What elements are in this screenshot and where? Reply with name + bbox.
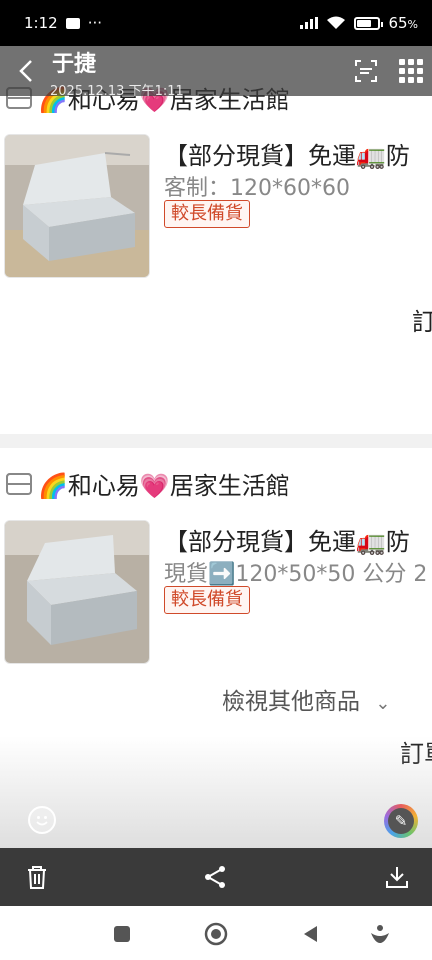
product-spec: 現貨➡️120*50*50 公分 2 xyxy=(164,562,428,587)
home-button[interactable] xyxy=(204,922,228,946)
system-navigation-bar xyxy=(0,906,432,960)
product-title[interactable]: 【部分現貨】免運🚛防 xyxy=(164,136,410,171)
trash-icon xyxy=(28,866,46,889)
shop-row[interactable]: 🌈和心易💗居家生活館 xyxy=(6,466,290,501)
status-badge: 較長備貨 xyxy=(164,586,250,614)
product-image[interactable] xyxy=(4,520,150,664)
share-button[interactable] xyxy=(200,862,230,892)
square-icon xyxy=(114,926,130,942)
battery-level: 65% xyxy=(388,14,418,32)
notification-icon xyxy=(65,17,80,29)
status-right: 65% xyxy=(300,14,418,32)
edit-button[interactable]: ✎ xyxy=(384,804,418,838)
status-bar: 1:12 ··· 65% xyxy=(0,0,432,46)
download-button[interactable] xyxy=(382,862,412,892)
bottom-toolbar xyxy=(0,848,432,906)
status-time: 1:12 xyxy=(24,14,58,32)
aluminum-box-image xyxy=(5,135,149,277)
product-title[interactable]: 【部分現貨】免運🚛防 xyxy=(164,522,410,557)
assistant-button[interactable] xyxy=(368,922,392,946)
back-button[interactable] xyxy=(12,56,40,86)
shop-name: 🌈和心易💗居家生活館 xyxy=(38,472,290,500)
signal-icon xyxy=(300,17,319,29)
wifi-icon xyxy=(327,16,346,29)
order-separator xyxy=(0,434,432,448)
battery-icon xyxy=(354,16,384,30)
emoji-button[interactable] xyxy=(28,806,56,834)
scan-icon xyxy=(355,60,377,82)
order-label-cut: 訂 xyxy=(412,308,432,336)
view-other-products-label: 檢視其他商品 xyxy=(222,689,360,715)
aluminum-box-image xyxy=(5,521,149,663)
triangle-back-icon xyxy=(304,926,317,942)
chevron-down-icon: ⌄ xyxy=(375,693,391,714)
screenshot-content: 🌈和心易💗居家生活館 【部分現貨】免運🚛防 客制：120*60*60 較長備貨 … xyxy=(0,46,432,906)
nav-back-button[interactable] xyxy=(298,922,322,946)
delete-button[interactable] xyxy=(22,862,52,892)
circle-icon xyxy=(204,922,228,946)
status-dots: ··· xyxy=(87,14,102,32)
download-icon xyxy=(386,867,408,888)
product-image[interactable] xyxy=(4,134,150,278)
viewer-date: 2025.12.13 下午1:11 xyxy=(50,84,184,99)
chevron-left-icon xyxy=(19,60,32,82)
grid-icon xyxy=(399,59,405,65)
share-icon xyxy=(205,866,225,888)
shop-icon xyxy=(6,472,32,495)
smile-icon xyxy=(36,816,48,826)
image-viewer-header: 于捷 2025.12.13 下午1:11 xyxy=(0,46,432,99)
viewer-title: 于捷 xyxy=(52,52,97,77)
product-spec: 客制：120*60*60 xyxy=(164,176,350,201)
status-badge: 較長備貨 xyxy=(164,200,250,228)
grid-button[interactable] xyxy=(396,56,424,84)
pencil-icon: ✎ xyxy=(388,808,414,834)
scan-button[interactable] xyxy=(352,57,380,85)
assistant-icon xyxy=(371,925,389,943)
status-left: 1:12 ··· xyxy=(24,14,102,32)
view-other-products-link[interactable]: 檢視其他商品 ⌄ xyxy=(222,682,390,716)
recents-button[interactable] xyxy=(110,922,134,946)
